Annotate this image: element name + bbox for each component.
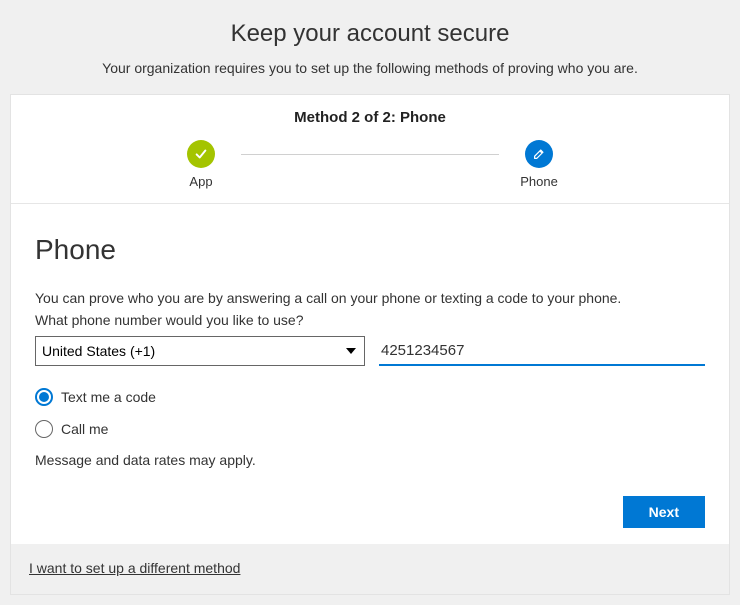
step-app: App bbox=[161, 140, 241, 189]
check-icon bbox=[187, 140, 215, 168]
country-select[interactable]: United States (+1) bbox=[35, 336, 365, 366]
phone-row: United States (+1) bbox=[35, 336, 705, 366]
radio-label: Text me a code bbox=[61, 389, 156, 405]
content-area: Phone You can prove who you are by answe… bbox=[11, 204, 729, 544]
footer: I want to set up a different method bbox=[11, 544, 729, 594]
radio-icon bbox=[35, 420, 53, 438]
pencil-icon bbox=[525, 140, 553, 168]
radio-label: Call me bbox=[61, 421, 108, 437]
radio-icon bbox=[35, 388, 53, 406]
step-label: App bbox=[189, 174, 212, 189]
steps-label: Method 2 of 2: Phone bbox=[11, 109, 729, 126]
page-subtitle: Your organization requires you to set up… bbox=[10, 60, 730, 76]
different-method-link[interactable]: I want to set up a different method bbox=[29, 560, 240, 576]
radio-text-me[interactable]: Text me a code bbox=[35, 388, 705, 406]
section-description: You can prove who you are by answering a… bbox=[35, 290, 705, 306]
section-heading: Phone bbox=[35, 234, 705, 266]
step-label: Phone bbox=[520, 174, 558, 189]
phone-prompt: What phone number would you like to use? bbox=[35, 312, 705, 328]
steps-area: Method 2 of 2: Phone App Phone bbox=[11, 95, 729, 204]
button-row: Next bbox=[35, 496, 705, 528]
phone-input[interactable] bbox=[379, 336, 705, 366]
rates-note: Message and data rates may apply. bbox=[35, 452, 705, 468]
step-phone: Phone bbox=[499, 140, 579, 189]
steps-row: App Phone bbox=[11, 140, 729, 189]
step-connector bbox=[241, 154, 499, 155]
setup-card: Method 2 of 2: Phone App Phone Pho bbox=[10, 94, 730, 595]
radio-call-me[interactable]: Call me bbox=[35, 420, 705, 438]
page-title: Keep your account secure bbox=[10, 20, 730, 48]
next-button[interactable]: Next bbox=[623, 496, 705, 528]
